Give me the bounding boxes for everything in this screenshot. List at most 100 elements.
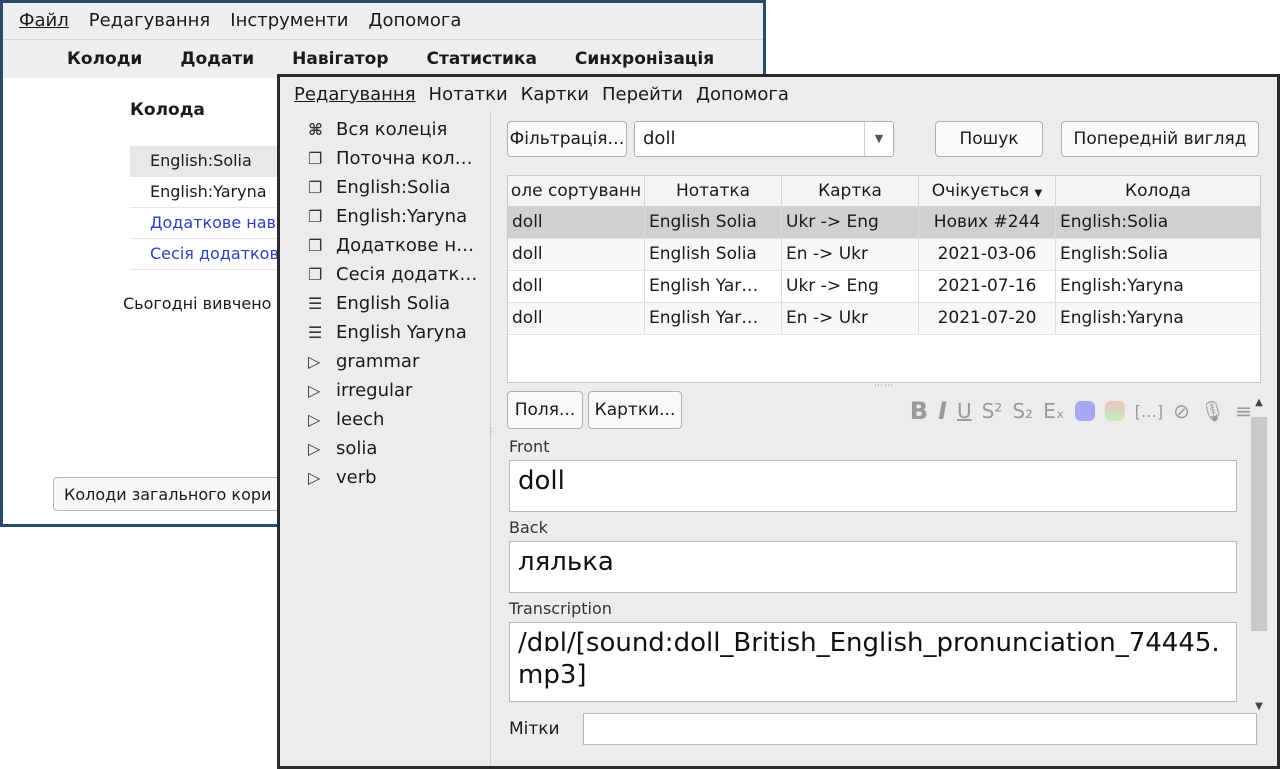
sidebar-item-label: Додаткове н… — [336, 235, 475, 256]
sidebar-item-deck[interactable]: ❐ English:Solia — [280, 173, 490, 202]
superscript-icon[interactable]: S² — [982, 399, 1003, 423]
browser-menu-go[interactable]: Перейти — [602, 84, 683, 105]
toolbar-sync[interactable]: Синхронізація — [575, 49, 714, 69]
highlight-color-icon[interactable] — [1104, 401, 1125, 421]
cards-button[interactable]: Картки... — [588, 391, 682, 429]
sidebar-item-tag[interactable]: ▷ leech — [280, 405, 490, 434]
browser-main-panel: Фільтрація… doll ▼ Пошук Попередній вигл… — [492, 111, 1277, 766]
sidebar-item-notetype[interactable]: ☰ English Yaryna — [280, 318, 490, 347]
sidebar-item-label: irregular — [336, 380, 413, 401]
more-menu-icon[interactable]: ≡ — [1235, 399, 1252, 423]
sidebar-item-whole-collection[interactable]: ⌘ Вся колеція — [280, 115, 490, 144]
column-note[interactable]: Нотатка — [645, 176, 782, 206]
sidebar-item-tag[interactable]: ▷ irregular — [280, 376, 490, 405]
table-row[interactable]: doll English Solia En -> Ukr 2021-03-06 … — [508, 239, 1260, 271]
toolbar-browse[interactable]: Навігатор — [292, 49, 388, 69]
browser-sidebar: ⌘ Вся колеція ❐ Поточна кол… ❐ English:S… — [280, 111, 491, 766]
deck-row[interactable]: Сесія додатков — [130, 239, 290, 270]
front-field[interactable]: doll — [509, 460, 1237, 512]
text-color-icon[interactable] — [1074, 401, 1095, 421]
sidebar-item-current-deck[interactable]: ❐ Поточна кол… — [280, 144, 490, 173]
attachment-icon[interactable]: ⊘ — [1173, 399, 1190, 423]
tag-icon: ▷ — [308, 352, 321, 371]
table-cell: Ukr -> Eng — [782, 271, 919, 302]
field-label-back: Back — [509, 518, 548, 537]
table-cell: doll — [508, 271, 645, 302]
notetype-icon: ☰ — [308, 294, 323, 313]
sidebar-item-label: leech — [336, 409, 385, 430]
browser-menu-edit[interactable]: Редагування — [294, 84, 416, 105]
preview-button[interactable]: Попередній вигляд — [1061, 121, 1259, 157]
sidebar-item-deck[interactable]: ❐ Сесія додатк… — [280, 260, 490, 289]
sidebar-item-tag[interactable]: ▷ solia — [280, 434, 490, 463]
menu-help[interactable]: Допомога — [368, 10, 461, 31]
tags-input[interactable] — [583, 713, 1257, 745]
cards-table: оле сортуванн Нотатка Картка Очікується … — [507, 175, 1261, 383]
browser-window: Редагування Нотатки Картки Перейти Допом… — [277, 74, 1280, 769]
shared-decks-button[interactable]: Колоди загального кори — [53, 477, 303, 511]
tag-icon: ▷ — [308, 410, 321, 429]
microphone-icon[interactable]: 🎙 — [1200, 399, 1225, 423]
cloze-icon[interactable]: […] — [1135, 402, 1163, 421]
notetype-icon: ☰ — [308, 323, 323, 342]
column-due[interactable]: Очікується ▼ — [919, 176, 1056, 206]
menu-help-label: Допомога — [368, 9, 462, 31]
menu-file[interactable]: Файл — [19, 10, 69, 31]
subscript-icon[interactable]: S₂ — [1012, 399, 1033, 423]
sidebar-item-label: English Solia — [336, 293, 451, 314]
filter-button[interactable]: Фільтрація… — [507, 121, 627, 157]
collection-icon: ⌘ — [308, 120, 323, 139]
menu-file-label: Файл — [19, 9, 69, 31]
back-field[interactable]: лялька — [509, 541, 1237, 593]
sidebar-item-label: Вся колеція — [336, 119, 448, 140]
deck-icon: ❐ — [308, 236, 323, 255]
editor-scrollbar[interactable]: ▲ ▼ — [1251, 397, 1267, 727]
table-cell: English:Solia — [1060, 212, 1169, 232]
column-sort-field[interactable]: оле сортуванн — [508, 176, 645, 206]
browser-menu-cards[interactable]: Картки — [521, 84, 589, 105]
deck-row[interactable]: English:Solia — [130, 146, 290, 177]
sidebar-item-label: solia — [336, 438, 378, 459]
transcription-field[interactable]: /dɒl/[sound:doll_British_English_pronunc… — [509, 622, 1237, 702]
column-deck[interactable]: Колода — [1056, 176, 1260, 206]
italic-icon[interactable]: I — [938, 397, 947, 425]
table-row[interactable]: doll English Solia Ukr -> Eng Нових #244… — [508, 207, 1260, 239]
menu-edit[interactable]: Редагування — [89, 10, 211, 31]
table-cell: Нових #244 — [919, 207, 1056, 238]
sidebar-item-tag[interactable]: ▷ grammar — [280, 347, 490, 376]
chevron-down-icon[interactable]: ▼ — [864, 122, 893, 156]
tag-icon: ▷ — [308, 468, 321, 487]
sidebar-item-deck[interactable]: ❐ English:Yaryna — [280, 202, 490, 231]
toolbar-decks[interactable]: Колоди — [67, 49, 142, 69]
table-cell: English Solia — [645, 239, 782, 270]
sidebar-item-deck[interactable]: ❐ Додаткове н… — [280, 231, 490, 260]
table-cell: En -> Ukr — [782, 303, 919, 334]
menu-tools[interactable]: Інструменти — [230, 10, 348, 31]
table-cell: English Yar… — [645, 303, 782, 334]
sidebar-item-tag[interactable]: ▷ verb — [280, 463, 490, 492]
scrollbar-thumb[interactable] — [1251, 417, 1267, 631]
search-button[interactable]: Пошук — [935, 121, 1043, 157]
table-cell: English Solia — [645, 207, 782, 238]
browser-menu-help[interactable]: Допомога — [696, 84, 789, 105]
fields-button[interactable]: Поля... — [507, 391, 583, 429]
table-cell: 2021-07-20 — [919, 303, 1056, 334]
browser-menu-notes[interactable]: Нотатки — [429, 84, 508, 105]
sort-descending-icon: ▼ — [1034, 188, 1043, 199]
sidebar-item-label: English Yaryna — [336, 322, 467, 343]
column-card[interactable]: Картка — [782, 176, 919, 206]
clear-format-icon[interactable]: Eₓ — [1043, 399, 1065, 423]
toolbar-add[interactable]: Додати — [180, 49, 254, 69]
table-row[interactable]: doll English Yar… Ukr -> Eng 2021-07-16 … — [508, 271, 1260, 303]
toolbar-stats[interactable]: Статистика — [427, 49, 537, 69]
tag-icon: ▷ — [308, 439, 321, 458]
scroll-up-icon[interactable]: ▲ — [1251, 397, 1267, 413]
underline-icon[interactable]: U — [957, 399, 972, 423]
search-input[interactable]: doll ▼ — [634, 121, 894, 157]
table-row[interactable]: doll English Yar… En -> Ukr 2021-07-20 E… — [508, 303, 1260, 335]
deck-row[interactable]: Додаткове нав — [130, 208, 290, 239]
sidebar-item-label: English:Yaryna — [336, 206, 468, 227]
deck-row[interactable]: English:Yaryna — [130, 177, 290, 208]
sidebar-item-notetype[interactable]: ☰ English Solia — [280, 289, 490, 318]
bold-icon[interactable]: B — [910, 397, 928, 425]
